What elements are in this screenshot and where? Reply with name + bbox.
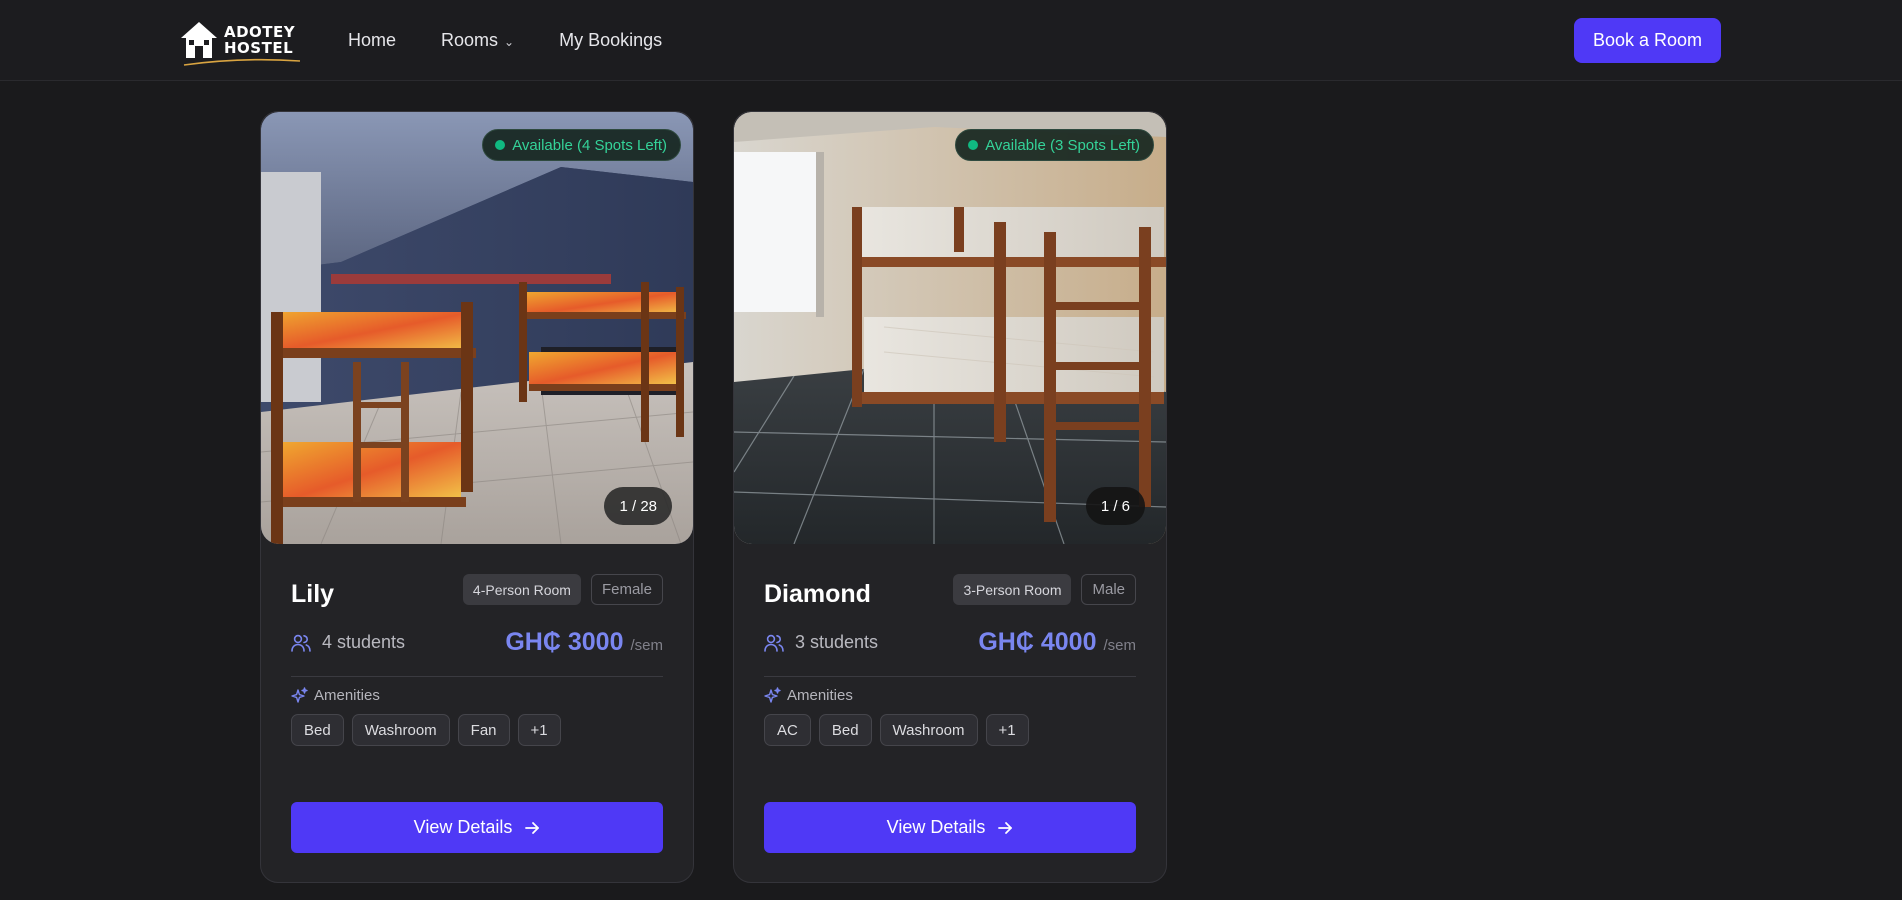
hostel-logo[interactable]: ADOTEY HOSTEL xyxy=(180,16,306,66)
amenity-chip: Washroom xyxy=(351,714,450,746)
students-count: 3 students xyxy=(795,632,879,652)
image-counter: 1 / 28 xyxy=(604,487,672,525)
amenities-label: Amenities xyxy=(314,687,380,704)
room-photo xyxy=(261,112,693,544)
amenities-label: Amenities xyxy=(787,687,853,704)
nav-rooms-dropdown[interactable]: Rooms ⌄ xyxy=(441,30,514,51)
availability-text: Available (4 Spots Left) xyxy=(512,136,667,154)
users-icon xyxy=(291,634,311,652)
room-card-diamond: Available (3 Spots Left) 1 / 6 Diamond 3… xyxy=(733,111,1167,883)
divider xyxy=(764,676,1136,677)
amenity-chip: Bed xyxy=(291,714,344,746)
users-icon xyxy=(764,634,784,652)
students-count: 4 students xyxy=(322,632,406,652)
logo-line-2: HOSTEL xyxy=(224,39,294,57)
arrow-right-icon xyxy=(525,821,540,834)
price: GH₵ 4000 /sem xyxy=(978,628,1136,657)
room-photo-carousel[interactable]: Available (4 Spots Left) 1 / 28 xyxy=(261,112,693,544)
price: GH₵ 3000 /sem xyxy=(505,628,663,657)
amenity-chip: AC xyxy=(764,714,811,746)
room-tags: 3-Person Room Male xyxy=(953,574,1136,605)
amenity-chip: Fan xyxy=(457,714,510,746)
availability-badge: Available (3 Spots Left) xyxy=(955,129,1154,161)
view-details-button[interactable]: View Details xyxy=(764,802,1136,853)
price-amount: GH₵ 3000 xyxy=(505,628,624,656)
status-dot-icon xyxy=(968,140,979,150)
house-logo-icon xyxy=(181,22,217,58)
logo-swoosh-icon xyxy=(183,58,301,66)
view-details-label: View Details xyxy=(413,817,513,837)
view-details-label: View Details xyxy=(886,817,986,837)
room-type-badge: 4-Person Room xyxy=(462,574,581,605)
logo-line-1: ADOTEY xyxy=(224,23,296,41)
book-a-room-button[interactable]: Book a Room xyxy=(1574,18,1721,63)
room-stats-row: 3 students GH₵ 4000 /sem xyxy=(764,620,1136,668)
image-counter: 1 / 6 xyxy=(1085,487,1145,525)
room-photo xyxy=(734,112,1166,544)
arrow-right-icon xyxy=(998,821,1013,834)
sparkles-icon xyxy=(291,687,308,703)
amenities-list: AC Bed Washroom +1 xyxy=(764,714,1136,746)
view-details-button[interactable]: View Details xyxy=(291,802,663,853)
price-amount: GH₵ 4000 xyxy=(978,628,1097,656)
amenity-more-chip[interactable]: +1 xyxy=(985,714,1029,746)
amenities-list: Bed Washroom Fan +1 xyxy=(291,714,663,746)
amenities-heading: Amenities xyxy=(291,687,663,704)
occupancy: 4 students xyxy=(291,632,405,653)
room-card-lily: Available (4 Spots Left) 1 / 28 Lily 4-P… xyxy=(260,111,694,883)
divider xyxy=(291,676,663,677)
price-unit: /sem xyxy=(630,637,663,654)
gender-badge: Female xyxy=(590,574,663,605)
nav-my-bookings-label: My Bookings xyxy=(559,30,663,50)
room-card-body: Diamond 3-Person Room Male 3 students GH… xyxy=(764,574,1136,746)
availability-text: Available (3 Spots Left) xyxy=(985,136,1140,154)
sparkles-icon xyxy=(764,687,781,703)
status-dot-icon xyxy=(495,140,506,150)
occupancy: 3 students xyxy=(764,632,878,653)
price-unit: /sem xyxy=(1103,637,1136,654)
room-card-body: Lily 4-Person Room Female 4 students GH₵… xyxy=(291,574,663,746)
nav-home[interactable]: Home xyxy=(348,30,396,51)
room-title-row: Lily 4-Person Room Female xyxy=(291,574,663,616)
amenities-heading: Amenities xyxy=(764,687,1136,704)
top-navigation-bar: ADOTEY HOSTEL Home Rooms ⌄ My Bookings B… xyxy=(0,0,1902,81)
nav-rooms-label: Rooms xyxy=(441,30,499,50)
amenity-chip: Bed xyxy=(818,714,872,746)
room-title-row: Diamond 3-Person Room Male xyxy=(764,574,1136,616)
room-photo-carousel[interactable]: Available (3 Spots Left) 1 / 6 xyxy=(734,112,1166,544)
room-stats-row: 4 students GH₵ 3000 /sem xyxy=(291,620,663,668)
availability-badge: Available (4 Spots Left) xyxy=(482,129,681,161)
room-name: Lily xyxy=(291,580,335,608)
nav-home-label: Home xyxy=(348,30,397,50)
logo-wordmark: ADOTEY HOSTEL xyxy=(224,24,295,56)
main-nav: Home Rooms ⌄ My Bookings xyxy=(348,0,707,81)
nav-my-bookings[interactable]: My Bookings xyxy=(559,30,662,51)
gender-badge: Male xyxy=(1081,574,1136,605)
room-name: Diamond xyxy=(764,580,871,608)
chevron-down-icon: ⌄ xyxy=(504,35,515,49)
room-type-badge: 3-Person Room xyxy=(953,574,1072,605)
room-tags: 4-Person Room Female xyxy=(462,574,663,605)
amenity-more-chip[interactable]: +1 xyxy=(517,714,561,746)
amenity-chip: Washroom xyxy=(879,714,978,746)
